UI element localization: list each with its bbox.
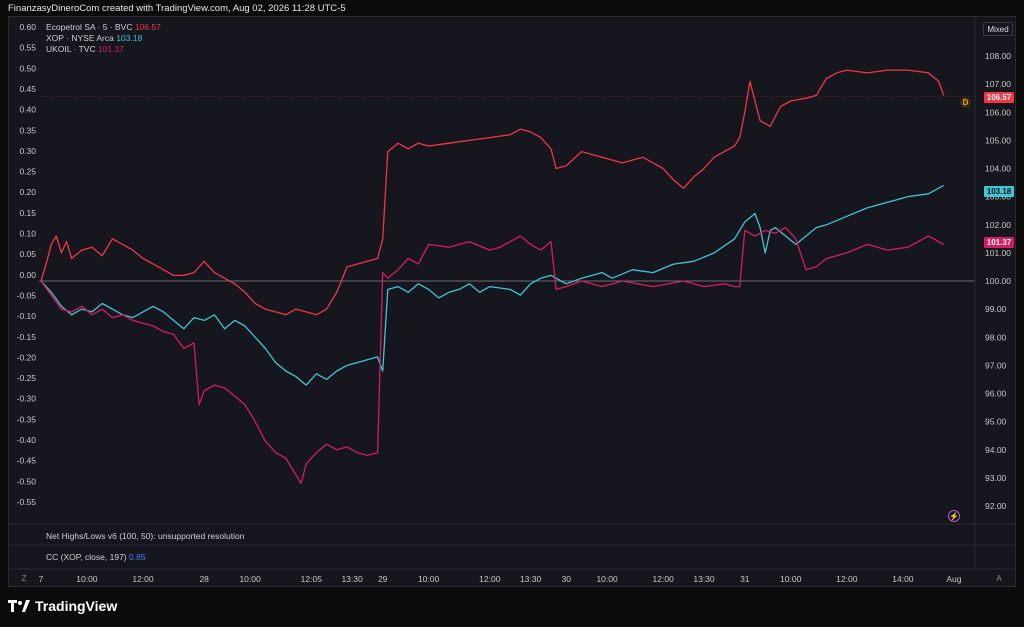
right-axis-tick: 98.00 xyxy=(985,332,1007,342)
right-axis-tick: 105.00 xyxy=(985,135,1011,145)
time-axis-tick: 7 xyxy=(39,574,44,584)
legend-ecopetrol-value: 106.57 xyxy=(134,22,161,32)
right-axis-tick: 101.00 xyxy=(985,248,1011,258)
cc-indicator-value: 0.85 xyxy=(129,552,146,562)
left-axis-tick: -0.40 xyxy=(17,435,37,445)
left-axis-tick: 0.35 xyxy=(19,125,36,135)
legend-xop-value: 103.18 xyxy=(116,33,143,43)
time-axis-tick: 12:00 xyxy=(132,574,154,584)
ukoil-price-badge: 101.37 xyxy=(984,237,1014,248)
right-axis-tick: 108.00 xyxy=(985,51,1011,61)
legend-xop[interactable]: XOP · NYSE Arca 103.18 xyxy=(46,33,161,44)
time-axis-tick: 10:00 xyxy=(418,574,440,584)
tradingview-logo-icon xyxy=(8,600,30,612)
left-axis: 0.60 0.55 0.50 0.45 0.40 0.35 0.30 0.25 0.20 0.15… xyxy=(17,22,37,507)
time-axis-tick: 12:00 xyxy=(836,574,858,584)
left-axis-tick: 0.15 xyxy=(19,208,36,218)
time-axis-tick: 29 xyxy=(378,574,388,584)
right-axis-tick: 93.00 xyxy=(985,473,1007,483)
time-axis: 7 10:00 12:00 28 10:00 12:05 13:30 29 10:00 12:00… xyxy=(39,574,962,584)
right-axis: 108.00107.00106.00105.00104.00103.00102.… xyxy=(985,51,1011,511)
left-axis-tick: 0.50 xyxy=(19,63,36,73)
grid-lines xyxy=(9,17,1015,571)
time-axis-tick: 10:00 xyxy=(239,574,261,584)
right-axis-tick: 96.00 xyxy=(985,389,1007,399)
left-axis-tick: -0.20 xyxy=(17,352,37,362)
net-highs-lows-indicator[interactable]: Net Highs/Lows v6 (100, 50): unsupported… xyxy=(46,531,244,541)
time-axis-tick: 13:30 xyxy=(693,574,715,584)
series-line-ecopetrol xyxy=(40,69,945,316)
right-axis-tick: 95.00 xyxy=(985,417,1007,427)
left-axis-tick: 0.55 xyxy=(19,43,36,53)
left-axis-tick: 0.40 xyxy=(19,105,36,115)
left-axis-tick: -0.05 xyxy=(17,290,37,300)
right-axis-tick: 92.00 xyxy=(985,501,1007,511)
xop-price-badge: 103.18 xyxy=(984,186,1014,197)
right-axis-tick: 97.00 xyxy=(985,360,1007,370)
right-axis-tick: 94.00 xyxy=(985,445,1007,455)
time-axis-tick: Aug xyxy=(946,574,961,584)
timezone-toggle-icon[interactable]: Z xyxy=(19,574,29,584)
legend: Ecopetrol SA · 5 · BVC 106.57 XOP · NYSE… xyxy=(46,22,161,55)
left-axis-tick: 0.05 xyxy=(19,249,36,259)
time-axis-tick: 30 xyxy=(562,574,572,584)
left-axis-tick: -0.30 xyxy=(17,394,37,404)
legend-ukoil-value: 101.37 xyxy=(97,44,124,54)
time-axis-tick: 12:00 xyxy=(653,574,675,584)
series-lines xyxy=(40,69,975,485)
right-axis-tick: 99.00 xyxy=(985,304,1007,314)
lightning-icon[interactable]: ⚡ xyxy=(948,510,960,522)
cc-indicator-label: CC (XOP, close, 197) xyxy=(46,552,127,562)
left-axis-tick: -0.35 xyxy=(17,414,37,424)
time-axis-tick: 28 xyxy=(199,574,209,584)
time-axis-tick: 10:00 xyxy=(596,574,618,584)
right-axis-tick: 100.00 xyxy=(985,276,1011,286)
series-line-ukoil xyxy=(40,226,945,485)
time-axis-tick: 14:00 xyxy=(892,574,914,584)
left-axis-tick: 0.25 xyxy=(19,167,36,177)
right-axis-tick: 104.00 xyxy=(985,164,1011,174)
footer: TradingView xyxy=(8,598,117,614)
scale-mode-button[interactable]: Mixed xyxy=(983,22,1013,36)
time-axis-tick: 13:30 xyxy=(520,574,542,584)
left-axis-tick: -0.45 xyxy=(17,456,37,466)
left-axis-tick: -0.50 xyxy=(17,476,37,486)
legend-ecopetrol-name: Ecopetrol SA · 5 · BVC xyxy=(46,22,133,32)
tradingview-brand: TradingView xyxy=(35,598,118,614)
left-axis-tick: 0.20 xyxy=(19,187,36,197)
time-axis-tick: 10:00 xyxy=(76,574,98,584)
legend-ukoil-name: UKOIL · TVC xyxy=(46,44,96,54)
legend-ukoil[interactable]: UKOIL · TVC 101.37 xyxy=(46,44,161,55)
left-axis-tick: -0.25 xyxy=(17,373,37,383)
time-axis-tick: 12:00 xyxy=(479,574,501,584)
legend-xop-name: XOP · NYSE Arca xyxy=(46,33,114,43)
time-axis-tick: 12:05 xyxy=(301,574,323,584)
left-axis-tick: 0.30 xyxy=(19,146,36,156)
right-axis-tick: 102.00 xyxy=(985,220,1011,230)
time-axis-tick: 13:30 xyxy=(341,574,363,584)
right-axis-tick: 106.00 xyxy=(985,107,1011,117)
left-axis-tick: -0.15 xyxy=(17,332,37,342)
left-axis-tick: 0.10 xyxy=(19,229,36,239)
left-axis-tick: 0.45 xyxy=(19,84,36,94)
series-line-xop xyxy=(40,184,945,386)
time-axis-tick: 10:00 xyxy=(780,574,802,584)
cc-indicator[interactable]: CC (XOP, close, 197) 0.85 xyxy=(46,552,146,562)
right-axis-tick: 107.00 xyxy=(985,79,1011,89)
left-axis-tick: 0.00 xyxy=(19,270,36,280)
left-axis-tick: -0.55 xyxy=(17,497,37,507)
dividend-marker-icon[interactable]: D xyxy=(960,97,971,108)
legend-ecopetrol[interactable]: Ecopetrol SA · 5 · BVC 106.57 xyxy=(46,22,161,33)
left-axis-tick: 0.60 xyxy=(19,22,36,32)
ecopetrol-price-badge: 106.57 xyxy=(984,92,1014,103)
auto-scale-icon[interactable]: A xyxy=(994,574,1004,584)
time-axis-tick: 31 xyxy=(740,574,750,584)
left-axis-tick: -0.10 xyxy=(17,311,37,321)
